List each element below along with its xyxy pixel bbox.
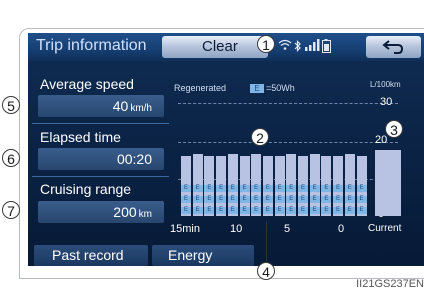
regenerated-energy-cell: E	[216, 185, 227, 192]
callout-7: 7	[2, 201, 20, 219]
regenerated-energy-cell: E	[356, 196, 367, 203]
battery-icon	[322, 39, 331, 56]
regenerated-energy-cell: E	[262, 185, 273, 192]
regenerated-energy-cell: E	[333, 185, 344, 192]
regenerated-energy-cell: E	[298, 207, 308, 214]
x-tick-label: 10	[230, 223, 243, 235]
regenerated-energy-cell: E	[192, 207, 203, 214]
regenerated-energy-cell: E	[262, 196, 273, 203]
current-bar	[375, 150, 401, 216]
regenerated-energy-cell: E	[286, 185, 297, 192]
average-speed-value: 40 km/h	[38, 95, 164, 117]
elapsed-time-value: 00:20	[38, 148, 164, 170]
regenerated-energy-cell: E	[239, 207, 250, 214]
cruising-range-label: Cruising range	[40, 181, 132, 197]
wifi-icon	[278, 39, 292, 54]
regenerated-energy-cell: E	[262, 207, 273, 214]
trip-information-screen: Trip information Clear Average speed 40 k…	[28, 33, 424, 266]
regenerated-energy-cell: E	[181, 207, 191, 214]
signal-bars-icon	[305, 39, 321, 54]
regenerated-energy-cell: E	[227, 207, 238, 214]
grid-line	[178, 142, 398, 143]
image-code: II21GS237EN	[356, 278, 424, 290]
regenerated-energy-cell: E	[181, 185, 191, 192]
grid-line	[178, 103, 398, 104]
cruising-range-number: 200	[113, 204, 137, 220]
regenerated-energy-cell: E	[204, 185, 215, 192]
current-label: Current	[368, 223, 402, 234]
y-tick-label: 20	[375, 134, 388, 146]
elapsed-time-label: Elapsed time	[40, 129, 121, 145]
regenerated-energy-cell: E	[216, 207, 227, 214]
regenerated-energy-cell: E	[274, 207, 285, 214]
regenerated-energy-cell: E	[356, 185, 367, 192]
regenerated-energy-cell: E	[298, 196, 308, 203]
regenerated-energy-cell: E	[192, 196, 203, 203]
regenerated-energy-cell: E	[216, 196, 227, 203]
regenerated-energy-cell: E	[321, 207, 332, 214]
x-tick-label: 0	[338, 223, 345, 235]
regenerated-energy-cell: E	[333, 207, 344, 214]
regenerated-energy-cell: E	[227, 196, 238, 203]
regenerated-energy-cell: E	[239, 185, 250, 192]
regenerated-energy-cell: E	[344, 207, 355, 214]
callout-1: 1	[257, 35, 275, 53]
regenerated-energy-cell: E	[192, 185, 203, 192]
regenerated-energy-cell: E	[204, 207, 215, 214]
regenerated-energy-cell: E	[181, 196, 191, 203]
regenerated-energy-cell: E	[204, 196, 215, 203]
past-record-button[interactable]: Past record	[34, 245, 148, 266]
regenerated-energy-cell: E	[251, 196, 262, 203]
regenerated-energy-cell: E	[251, 185, 262, 192]
cruising-range-value: 200 km	[38, 201, 164, 223]
back-button[interactable]	[366, 36, 421, 58]
callout-4: 4	[257, 262, 275, 280]
title-bar: Trip information Clear	[28, 33, 424, 61]
regenerated-energy-cell: E	[333, 196, 344, 203]
regenerated-energy-cell: E	[274, 185, 285, 192]
regenerated-energy-cell: E	[309, 196, 320, 203]
unit-label: L/100km	[370, 80, 401, 89]
energy-button[interactable]: Energy	[152, 245, 254, 266]
callout-2: 2	[251, 128, 269, 146]
regenerated-energy-cell: E	[344, 196, 355, 203]
energy-legend-value: =50Wh	[266, 83, 295, 93]
callout-6: 6	[2, 149, 20, 167]
regenerated-label: Regenerated	[174, 83, 227, 93]
regenerated-energy-cell: E	[356, 207, 367, 214]
average-speed-label: Average speed	[40, 76, 134, 92]
callout-5: 5	[2, 96, 20, 114]
clear-button[interactable]: Clear	[162, 36, 268, 58]
y-tick-label: 30	[380, 96, 393, 108]
cruising-range-unit: km	[138, 209, 152, 220]
bluetooth-icon	[294, 39, 302, 56]
regenerated-energy-cell: E	[227, 185, 238, 192]
regenerated-energy-cell: E	[309, 185, 320, 192]
regenerated-energy-cell: E	[321, 185, 332, 192]
regenerated-energy-cell: E	[321, 196, 332, 203]
regenerated-energy-cell: E	[298, 185, 308, 192]
regenerated-energy-cell: E	[274, 196, 285, 203]
regenerated-energy-cell: E	[309, 207, 320, 214]
energy-legend-icon: E	[250, 84, 264, 93]
regenerated-energy-cell: E	[286, 207, 297, 214]
average-speed-unit: km/h	[130, 103, 152, 114]
regenerated-energy-cell: E	[239, 196, 250, 203]
callout-3: 3	[385, 120, 403, 138]
regenerated-energy-cell: E	[344, 185, 355, 192]
regenerated-energy-cell: E	[251, 207, 262, 214]
divider	[32, 176, 169, 177]
divider	[32, 123, 169, 124]
return-arrow-icon	[382, 39, 404, 60]
average-speed-number: 40	[112, 98, 129, 114]
callout-4-leader	[266, 221, 267, 262]
regenerated-energy-cell: E	[286, 196, 297, 203]
x-tick-label: 5	[284, 223, 291, 235]
page-title: Trip information	[36, 37, 147, 54]
x-tick-label: 15min	[170, 223, 200, 235]
elapsed-time-number: 00:20	[116, 151, 152, 167]
